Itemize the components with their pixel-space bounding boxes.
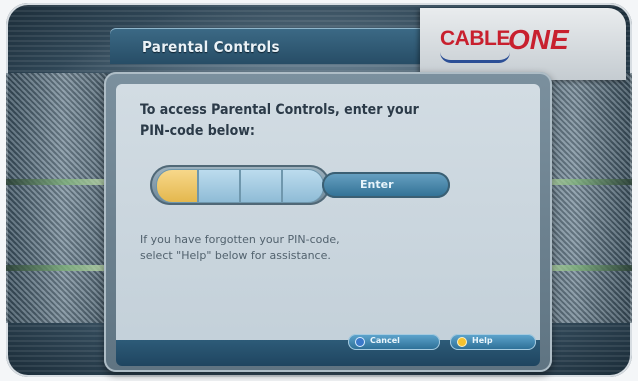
pin-digit-2[interactable] bbox=[198, 169, 240, 203]
yellow-button-icon bbox=[458, 338, 466, 346]
help-text-line: select "Help" below for assistance. bbox=[140, 249, 331, 262]
brand-logo-swoosh-icon bbox=[440, 52, 510, 63]
brand-logo-text: ONE bbox=[508, 24, 569, 55]
blue-button-icon bbox=[356, 338, 364, 346]
pin-digit-3[interactable] bbox=[240, 169, 282, 203]
pin-prompt-line: PIN-code below: bbox=[140, 123, 255, 139]
enter-button-label: Enter bbox=[360, 178, 394, 191]
cancel-button-label: Cancel bbox=[370, 336, 400, 345]
pin-prompt-line: To access Parental Controls, enter your bbox=[140, 102, 419, 118]
pin-digit-1[interactable] bbox=[156, 169, 198, 203]
pin-digit-4[interactable] bbox=[282, 169, 324, 203]
help-text-line: If you have forgotten your PIN-code, bbox=[140, 233, 340, 246]
cancel-button[interactable]: Cancel bbox=[348, 334, 440, 350]
pin-prompt: To access Parental Controls, enter your … bbox=[140, 100, 460, 142]
help-button-label: Help bbox=[472, 336, 493, 345]
brand-logo-text: CABLE bbox=[440, 27, 510, 50]
help-button[interactable]: Help bbox=[450, 334, 536, 350]
page-title: Parental Controls bbox=[142, 38, 280, 56]
forgot-pin-help-text: If you have forgotten your PIN-code, sel… bbox=[140, 232, 440, 264]
